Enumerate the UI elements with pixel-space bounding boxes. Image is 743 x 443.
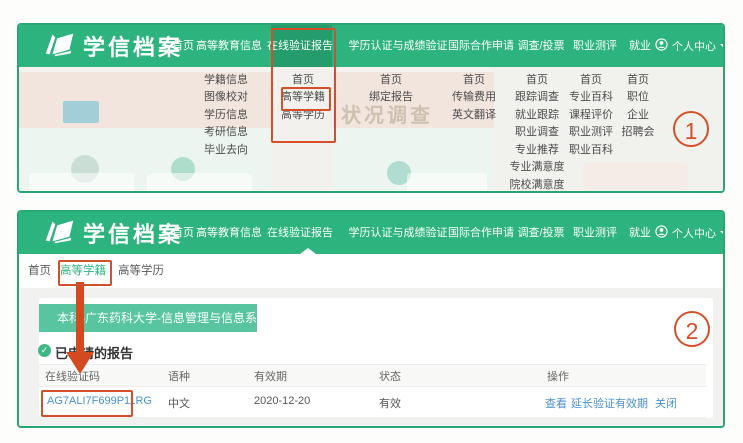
user-menu-label: 个人中心	[672, 225, 716, 241]
menu-item[interactable]: 招聘会	[622, 125, 655, 139]
menu-item[interactable]: 职业百科	[569, 143, 613, 157]
menu-item[interactable]: 企业	[627, 108, 649, 122]
annotation-arrow-shaft	[76, 282, 84, 353]
background-card	[29, 173, 134, 191]
menu-item[interactable]: 院校满意度	[510, 178, 565, 191]
brand-name: 学信档案	[83, 30, 183, 62]
menu-item[interactable]: 学籍信息	[204, 73, 248, 87]
user-menu[interactable]: 个人中心	[655, 25, 725, 67]
menu-item[interactable]: 首页	[380, 73, 402, 87]
logo-icon	[43, 217, 77, 250]
col-header-status: 状态	[379, 368, 401, 384]
menu-item[interactable]: 绑定报告	[369, 90, 413, 104]
menu-item[interactable]: 考研信息	[204, 125, 248, 139]
header-bar: 学信档案 首页 高等教育信息 在线验证报告 学历认证与成绩验证 国际合作申请 调…	[19, 212, 723, 254]
action-extend-link[interactable]: 延长验证有效期	[571, 395, 648, 411]
nav-item-credential-verification[interactable]: 学历认证与成绩验证	[349, 212, 448, 254]
menu-item[interactable]: 职业调查	[515, 125, 559, 139]
menu-item[interactable]: 专业满意度	[510, 160, 565, 174]
header-bar: 学信档案 首页 高等教育信息 在线验证报告 学历认证与成绩验证 国际合作申请 调…	[19, 25, 723, 67]
nav-item-credential-verification[interactable]: 学历认证与成绩验证	[349, 25, 448, 67]
menu-item[interactable]: 专业百科	[569, 90, 613, 104]
menu-item[interactable]: 首页	[627, 73, 649, 87]
step-badge-2: 2	[674, 311, 710, 347]
chevron-down-icon	[720, 44, 725, 48]
check-circle-icon: ✓	[38, 344, 51, 357]
col-header-actions: 操作	[547, 368, 569, 384]
background-card	[583, 163, 688, 189]
annotation-box-online-verification	[271, 28, 336, 143]
nav-item-online-verification[interactable]: 在线验证报告	[267, 212, 333, 254]
action-view-link[interactable]: 查看	[545, 395, 567, 411]
panel-step2: 学信档案 首页 高等教育信息 在线验证报告 学历认证与成绩验证 国际合作申请 调…	[17, 210, 725, 428]
menu-item[interactable]: 跟踪调查	[515, 90, 559, 104]
action-close-link[interactable]: 关闭	[655, 395, 677, 411]
nav-item-career-test[interactable]: 职业测评	[573, 25, 617, 67]
user-menu[interactable]: 个人中心	[655, 212, 725, 254]
subnav-item-higher-degree[interactable]: 高等学历	[118, 254, 164, 288]
person-circle-icon	[655, 38, 668, 54]
step-badge-1: 1	[673, 111, 709, 147]
cell-expiry: 2020-12-20	[254, 395, 310, 407]
annotation-box-subnav	[58, 260, 112, 286]
annotation-box-higher-enrollment	[281, 87, 331, 111]
menu-item[interactable]: 就业跟踪	[515, 108, 559, 122]
cell-language: 中文	[168, 395, 190, 411]
menu-item[interactable]: 学历信息	[204, 108, 248, 122]
menu-item[interactable]: 专业推荐	[515, 143, 559, 157]
menu-item[interactable]: 职业测评	[569, 125, 613, 139]
menu-item[interactable]: 课程评价	[569, 108, 613, 122]
col-header-expiry: 有效期	[254, 368, 287, 384]
nav-item-survey[interactable]: 调查/投票	[517, 212, 564, 254]
nav-item-international[interactable]: 国际合作申请	[448, 25, 514, 67]
nav-item-survey[interactable]: 调查/投票	[517, 25, 564, 67]
nav-item-higher-education[interactable]: 高等教育信息	[196, 212, 262, 254]
panel-step1: 学信档案 首页 高等教育信息 在线验证报告 学历认证与成绩验证 国际合作申请 调…	[17, 23, 725, 193]
nav-item-home[interactable]: 首页	[172, 25, 194, 67]
menu-item[interactable]: 首页	[580, 73, 602, 87]
menu-item[interactable]: 毕业去向	[204, 143, 248, 157]
logo[interactable]: 学信档案	[43, 32, 183, 60]
annotation-arrow-head	[66, 352, 94, 374]
menu-item[interactable]: 英文翻译	[452, 108, 496, 122]
menu-item[interactable]: 首页	[463, 73, 485, 87]
subnav-item-home[interactable]: 首页	[28, 254, 51, 288]
annotation-box-code	[41, 390, 133, 417]
cell-status: 有效	[379, 395, 401, 411]
menu-item[interactable]: 图像校对	[204, 90, 248, 104]
nav-item-international[interactable]: 国际合作申请	[448, 212, 514, 254]
background-card	[147, 173, 252, 191]
logo[interactable]: 学信档案	[43, 219, 183, 247]
nav-item-employment[interactable]: 就业	[629, 25, 651, 67]
menu-item[interactable]: 首页	[526, 73, 548, 87]
background-card-thumb	[63, 101, 99, 123]
nav-item-career-test[interactable]: 职业测评	[573, 212, 617, 254]
col-header-language: 语种	[168, 368, 190, 384]
row-divider	[39, 417, 706, 418]
student-record-banner: 本科-广东药科大学-信息管理与信息系统	[39, 304, 257, 332]
brand-name: 学信档案	[83, 217, 183, 249]
nav-item-home[interactable]: 首页	[172, 212, 194, 254]
person-circle-icon	[655, 225, 668, 241]
logo-icon	[43, 30, 77, 63]
menu-item[interactable]: 传输费用	[452, 90, 496, 104]
sub-navigation: 首页 高等学籍 高等学历	[19, 254, 723, 289]
background-card	[407, 173, 487, 191]
chevron-down-icon	[720, 231, 725, 235]
table-header-row	[39, 364, 706, 387]
nav-item-employment[interactable]: 就业	[629, 212, 651, 254]
user-menu-label: 个人中心	[672, 38, 716, 54]
nav-item-higher-education[interactable]: 高等教育信息	[196, 25, 262, 67]
mega-dropdown-menu: 状况调查 学籍信息 图像校对 学历信息 考研信息 毕业去向 首页 高等学籍 高等…	[19, 67, 723, 191]
menu-item[interactable]: 职位	[627, 90, 649, 104]
